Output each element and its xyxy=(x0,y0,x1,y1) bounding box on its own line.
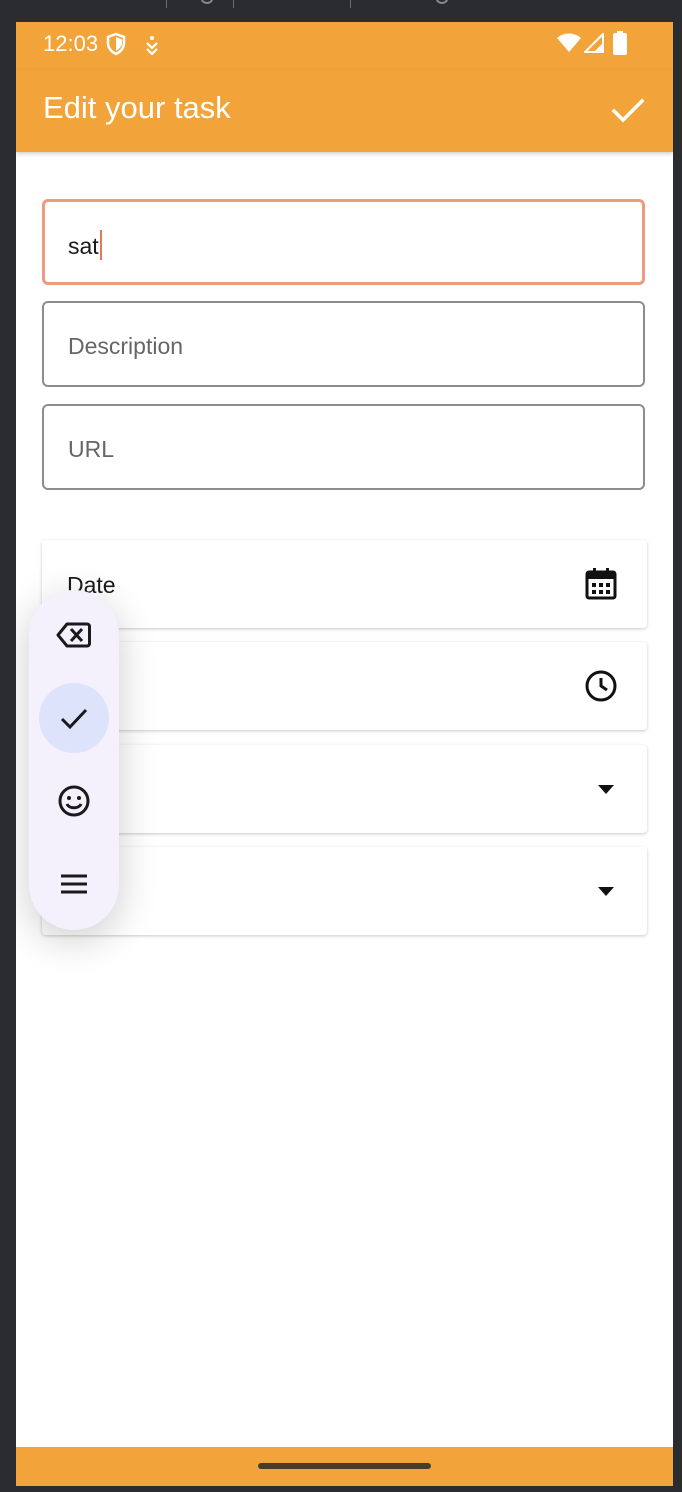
description-input[interactable]: Description xyxy=(42,301,645,387)
confirm-button[interactable] xyxy=(39,683,109,753)
time-picker-card[interactable]: e xyxy=(42,642,647,730)
task-title-value: sat xyxy=(68,233,99,259)
strip-gear-icon xyxy=(201,0,213,4)
url-placeholder: URL xyxy=(68,436,115,462)
emoji-button[interactable] xyxy=(39,766,109,836)
calendar-icon[interactable] xyxy=(583,566,619,602)
floating-toolbar xyxy=(29,590,119,930)
save-check-icon[interactable] xyxy=(608,90,648,130)
window-top-strip xyxy=(0,0,682,22)
priority-dropdown[interactable]: ty e xyxy=(42,745,647,833)
status-bar: 12:03 xyxy=(16,22,673,70)
menu-button[interactable] xyxy=(39,849,109,919)
shield-icon xyxy=(106,32,126,56)
dropdown-arrow-icon xyxy=(598,887,614,896)
backspace-button[interactable] xyxy=(39,600,109,670)
page-title: Edit your task xyxy=(43,90,231,125)
url-input[interactable]: URL xyxy=(42,404,645,490)
dropdown-arrow-icon xyxy=(598,785,614,794)
strip-divider xyxy=(350,0,351,8)
strip-divider xyxy=(166,0,167,8)
download-icon xyxy=(146,36,158,55)
check-icon xyxy=(60,708,88,730)
signal-icon xyxy=(584,33,604,53)
description-placeholder: Description xyxy=(68,333,184,359)
date-picker-card[interactable]: Date xyxy=(42,540,647,628)
battery-icon xyxy=(613,31,627,55)
clock-icon[interactable] xyxy=(583,668,619,704)
text-caret xyxy=(99,230,102,260)
strip-divider xyxy=(233,0,234,8)
task-title-input[interactable]: sat xyxy=(42,199,645,285)
menu-icon xyxy=(61,874,87,894)
wifi-icon xyxy=(557,33,581,52)
phone-screen: 12:03 Edit your task sat Description URL… xyxy=(16,22,673,1486)
home-gesture-handle[interactable] xyxy=(258,1463,431,1469)
app-bar: Edit your task xyxy=(16,70,673,152)
backspace-icon xyxy=(56,622,91,648)
category-dropdown[interactable] xyxy=(42,847,647,935)
strip-glyph-icon xyxy=(436,0,448,4)
emoji-icon xyxy=(58,785,90,817)
status-time: 12:03 xyxy=(43,31,99,56)
navigation-bar xyxy=(16,1447,673,1486)
